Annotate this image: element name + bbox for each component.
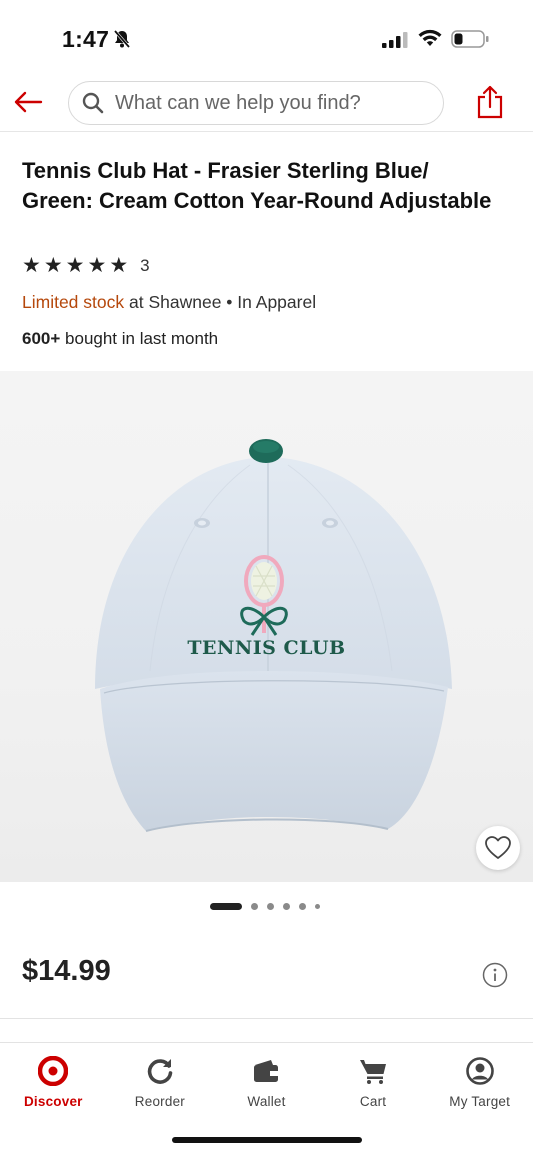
nav-item-discover[interactable]: Discover (0, 1050, 107, 1120)
pager-dot[interactable] (251, 903, 258, 910)
pager-dot[interactable] (315, 904, 320, 909)
heart-icon (485, 836, 511, 859)
search-icon (82, 92, 104, 114)
nav-label: Discover (23, 1094, 83, 1109)
back-button[interactable] (10, 84, 46, 120)
star-icon: ★ (65, 254, 85, 277)
nav-label: My Target (449, 1094, 511, 1109)
rating-count: 3 (140, 256, 150, 275)
product-image[interactable]: TENNIS CLUB (0, 371, 533, 882)
reorder-icon (145, 1054, 175, 1088)
battery-icon (451, 30, 489, 53)
nav-item-cart[interactable]: Cart (320, 1050, 427, 1120)
star-icon: ★ (43, 254, 63, 277)
pager-dot[interactable] (299, 903, 306, 910)
pager-dot[interactable] (283, 903, 290, 910)
info-icon (482, 962, 508, 988)
product-price: $14.99 (22, 955, 111, 987)
target-logo-icon (38, 1054, 69, 1088)
stock-status[interactable]: Limited stock at Shawnee • In Apparel (22, 292, 316, 313)
product-title: Tennis Club Hat - Frasier Sterling Blue/… (22, 158, 492, 213)
bell-muted-icon (112, 29, 132, 54)
share-icon (477, 85, 503, 119)
cellular-signal-icon (382, 32, 408, 53)
divider (0, 1042, 533, 1043)
bought-count: 600+ (22, 329, 61, 348)
pager-dot[interactable] (267, 903, 274, 910)
top-header (0, 80, 533, 132)
cart-icon (358, 1054, 388, 1088)
nav-item-my-target[interactable]: My Target (426, 1050, 533, 1120)
favorite-button[interactable] (476, 826, 520, 870)
star-icon: ★ (109, 254, 129, 277)
search-bar[interactable] (68, 81, 444, 125)
star-icon: ★ (22, 254, 41, 277)
purchase-count: 600+ bought in last month (22, 329, 218, 349)
wallet-icon (251, 1054, 281, 1088)
share-button[interactable] (470, 82, 510, 122)
bought-text: bought in last month (65, 329, 219, 348)
account-icon (465, 1054, 495, 1088)
stock-status-label: Limited stock (22, 292, 125, 312)
nav-label: Cart (359, 1094, 387, 1109)
search-input[interactable] (115, 91, 435, 115)
image-pager[interactable] (210, 903, 320, 910)
nav-label: Wallet (247, 1094, 286, 1109)
bottom-nav: Discover Reorder Wallet Cart My Target (0, 1050, 533, 1120)
price-info-button[interactable] (482, 962, 508, 988)
pager-dot-active[interactable] (210, 903, 242, 910)
wifi-icon (418, 29, 442, 52)
nav-item-reorder[interactable]: Reorder (107, 1050, 214, 1120)
star-icon: ★ (87, 254, 107, 277)
stock-location: at Shawnee • In Apparel (129, 292, 317, 312)
rating-stars: ★ ★ ★ ★ ★ (22, 255, 128, 277)
hat-illustration (95, 439, 452, 832)
hat-embroidery-text: TENNIS CLUB (187, 637, 346, 659)
nav-label: Reorder (134, 1094, 185, 1109)
product-rating[interactable]: ★ ★ ★ ★ ★ 3 (22, 255, 150, 277)
back-arrow-icon (14, 91, 43, 113)
nav-item-wallet[interactable]: Wallet (213, 1050, 320, 1120)
divider (0, 1018, 533, 1019)
status-bar: 1:47 (0, 0, 533, 80)
status-time: 1:47 (62, 26, 110, 52)
home-indicator[interactable] (172, 1137, 362, 1143)
